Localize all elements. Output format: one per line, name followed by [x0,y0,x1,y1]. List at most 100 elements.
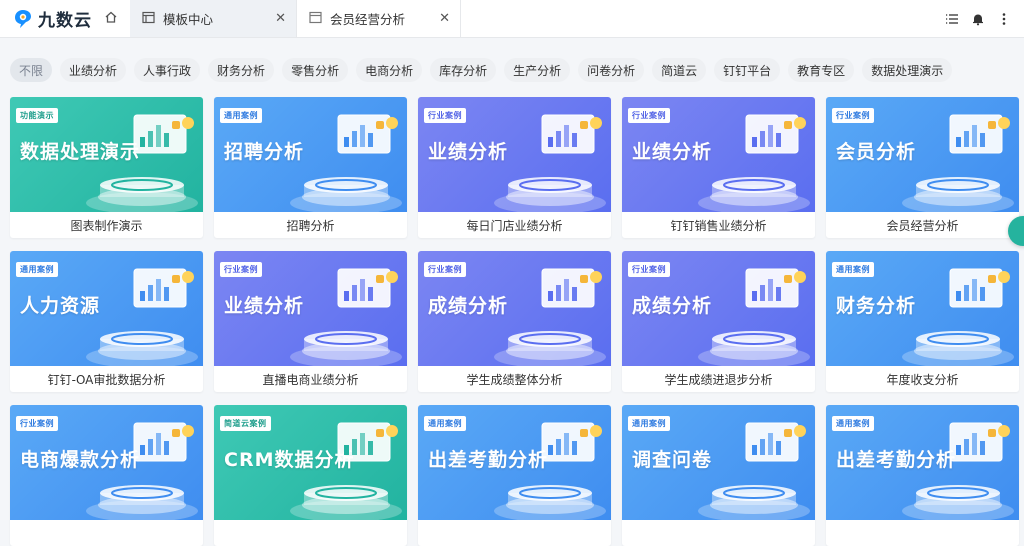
card-badge: 行业案例 [628,108,670,123]
card-thumbnail: 功能演示 数据处理演示 [10,97,203,212]
logo[interactable]: 九数云 [0,0,92,37]
filter-chip[interactable]: 问卷分析 [578,58,645,82]
card-thumbnail: 通用案例 出差考勤分析 [826,405,1019,520]
home-button[interactable] [92,0,130,37]
card-badge: 通用案例 [424,416,466,431]
filter-chip[interactable]: 生产分析 [504,58,571,82]
filter-chip[interactable]: 零售分析 [282,58,349,82]
close-icon[interactable]: ✕ [439,12,450,25]
template-card[interactable]: 通用案例 出差考勤分析 [418,405,611,546]
home-icon [104,9,118,28]
card-thumbnail: 行业案例 成绩分析 [622,251,815,366]
card-caption: 年度收支分析 [886,372,959,387]
card-caption: 钉钉销售业绩分析 [670,218,767,233]
template-card[interactable]: 通用案例 财务分析 年度收支分析 [826,251,1019,392]
close-icon[interactable]: ✕ [275,12,286,25]
filter-chip[interactable]: 不限 [10,58,53,82]
dashboard-illustration [128,419,198,479]
card-badge: 通用案例 [220,108,262,123]
template-card[interactable]: 通用案例 人力资源 钉钉-OA审批数据分析 [10,251,203,392]
dashboard-illustration [332,265,402,325]
filter-chip[interactable]: 教育专区 [788,58,855,82]
card-badge: 行业案例 [424,262,466,277]
logo-text: 九数云 [38,11,92,31]
card-badge: 行业案例 [16,416,58,431]
dashboard-illustration [944,111,1014,171]
template-grid: 功能演示 数据处理演示 图表制作演示 通用案例 招聘分析 招聘分析 行业案例 业… [10,97,1019,546]
filter-chip[interactable]: 电商分析 [356,58,423,82]
template-card[interactable]: 行业案例 会员分析 会员经营分析 [826,97,1019,238]
card-badge: 通用案例 [628,416,670,431]
card-caption: 直播电商业绩分析 [262,372,359,387]
template-card[interactable]: 行业案例 业绩分析 钉钉销售业绩分析 [622,97,815,238]
card-caption [826,520,1019,546]
bell-icon[interactable] [970,11,986,27]
template-card[interactable]: 功能演示 数据处理演示 图表制作演示 [10,97,203,238]
template-card[interactable]: 通用案例 招聘分析 招聘分析 [214,97,407,238]
template-icon [142,11,155,27]
card-badge: 行业案例 [832,108,874,123]
card-badge: 通用案例 [832,262,874,277]
filter-chip[interactable]: 库存分析 [430,58,497,82]
card-thumbnail: 通用案例 人力资源 [10,251,203,366]
card-caption: 会员经营分析 [886,218,959,233]
card-caption: 每日门店业绩分析 [466,218,563,233]
card-thumbnail: 通用案例 财务分析 [826,251,1019,366]
template-card[interactable]: 通用案例 出差考勤分析 [826,405,1019,546]
more-icon[interactable] [996,11,1012,27]
filter-chip[interactable]: 简道云 [652,58,707,82]
tab-template-center[interactable]: 模板中心 ✕ [130,0,297,37]
dashboard-illustration [536,111,606,171]
card-caption: 招聘分析 [286,218,335,233]
card-badge: 简道云案例 [220,416,271,431]
dashboard-illustration [740,419,810,479]
template-card[interactable]: 行业案例 成绩分析 学生成绩整体分析 [418,251,611,392]
card-badge: 行业案例 [424,108,466,123]
card-thumbnail: 行业案例 业绩分析 [622,97,815,212]
dashboard-illustration [128,111,198,171]
template-card[interactable]: 行业案例 电商爆款分析 [10,405,203,546]
dashboard-illustration [944,265,1014,325]
card-thumbnail: 行业案例 电商爆款分析 [10,405,203,520]
card-badge: 行业案例 [220,262,262,277]
template-card[interactable]: 简道云案例 CRM数据分析 [214,405,407,546]
dashboard-illustration [536,265,606,325]
card-thumbnail: 通用案例 招聘分析 [214,97,407,212]
card-thumbnail: 行业案例 会员分析 [826,97,1019,212]
filter-chip[interactable]: 财务分析 [208,58,275,82]
dashboard-illustration [332,419,402,479]
template-card[interactable]: 行业案例 成绩分析 学生成绩进退步分析 [622,251,815,392]
card-caption [10,520,203,546]
card-thumbnail: 通用案例 调查问卷 [622,405,815,520]
dashboard-illustration [128,265,198,325]
top-bar: 九数云 模板中心 ✕ 会员经营分析 ✕ [0,0,1024,38]
card-badge: 功能演示 [16,108,58,123]
tab-label: 模板中心 [163,12,214,27]
card-caption [214,520,407,546]
filter-chip[interactable]: 业绩分析 [60,58,127,82]
card-thumbnail: 行业案例 成绩分析 [418,251,611,366]
dashboard-illustration [740,111,810,171]
template-card[interactable]: 行业案例 业绩分析 每日门店业绩分析 [418,97,611,238]
card-caption: 图表制作演示 [70,218,143,233]
filter-chip[interactable]: 数据处理演示 [862,58,953,82]
template-card[interactable]: 行业案例 业绩分析 直播电商业绩分析 [214,251,407,392]
card-caption [418,520,611,546]
category-filters: 不限 业绩分析 人事行政 财务分析 零售分析 电商分析 库存分析 生产分析 问卷分析 简道云 钉钉平… [10,58,953,82]
card-thumbnail: 行业案例 业绩分析 [214,251,407,366]
tab-label: 会员经营分析 [330,12,406,27]
filter-chip[interactable]: 人事行政 [134,58,201,82]
dashboard-illustration [740,265,810,325]
card-badge: 通用案例 [16,262,58,277]
card-badge: 通用案例 [832,416,874,431]
card-caption [622,520,815,546]
dashboard-illustration [536,419,606,479]
list-icon[interactable] [944,11,960,27]
filter-chip[interactable]: 钉钉平台 [714,58,781,82]
tab-member-analysis[interactable]: 会员经营分析 ✕ [297,0,461,37]
card-caption: 钉钉-OA审批数据分析 [47,372,166,387]
dashboard-illustration [332,111,402,171]
card-badge: 行业案例 [628,262,670,277]
template-card[interactable]: 通用案例 调查问卷 [622,405,815,546]
dashboard-illustration [944,419,1014,479]
